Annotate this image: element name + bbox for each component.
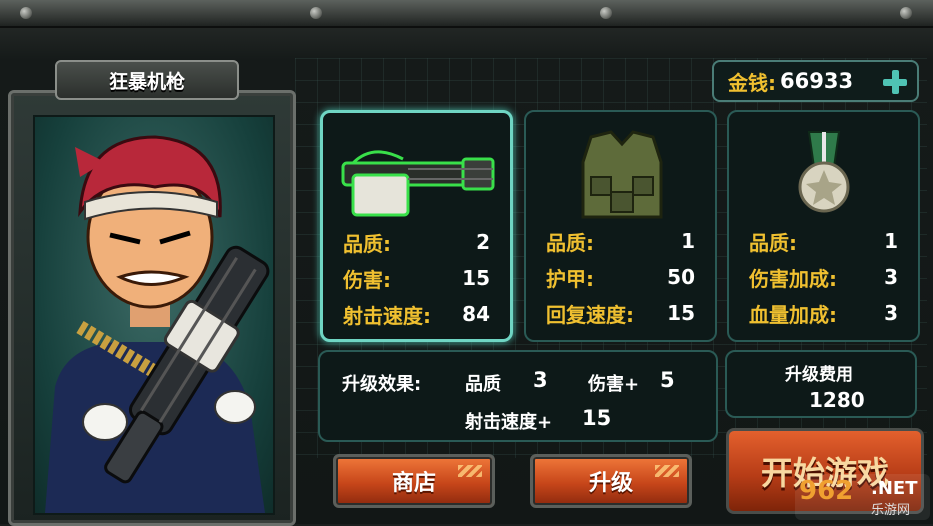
upgrade-quality-label: 品质 xyxy=(465,374,501,395)
stat-value: 15 xyxy=(667,301,695,325)
stat-row: 品质: 1 xyxy=(546,226,695,256)
rivet-icon xyxy=(600,7,612,19)
stat-label: 射击速度: xyxy=(343,303,431,328)
stat-value: 84 xyxy=(462,302,490,326)
upgrade-button-label: 升级 xyxy=(588,471,633,496)
stat-value: 2 xyxy=(476,230,490,254)
shop-button-label: 商店 xyxy=(391,471,436,496)
stat-label: 品质: xyxy=(749,230,797,255)
upgrade-speed-value: 15 xyxy=(582,406,612,430)
stat-label: 护甲: xyxy=(546,266,594,291)
stat-value: 50 xyxy=(667,265,695,289)
upgrade-effect-panel: 升级效果: 品质 3 伤害+ 5 射击速度+ 15 xyxy=(318,350,718,442)
hero-with-minigun-image xyxy=(45,135,270,513)
weapon-name-plate: 狂暴机枪 xyxy=(55,60,239,100)
medal-icon xyxy=(739,122,908,222)
weapon-name: 狂暴机枪 xyxy=(108,70,185,93)
add-money-icon[interactable] xyxy=(881,68,909,96)
rivet-icon xyxy=(900,7,912,19)
upgrade-effect-title: 升级效果: xyxy=(342,374,422,395)
stat-row: 伤害加成: 3 xyxy=(749,262,898,292)
upgrade-cost-label: 升级费用 xyxy=(785,365,853,385)
rivet-icon xyxy=(20,7,32,19)
stat-row: 品质: 1 xyxy=(749,226,898,256)
top-frame-bar xyxy=(0,0,933,28)
money-value: 66933 xyxy=(780,69,854,93)
hero-panel xyxy=(8,90,296,526)
stat-row: 回复速度: 15 xyxy=(546,298,695,328)
watermark-subtitle: 乐游网 xyxy=(871,503,911,518)
stat-value: 1 xyxy=(681,229,695,253)
stat-row: 品质: 2 xyxy=(343,227,490,257)
shop-button[interactable]: 商店 xyxy=(333,454,495,508)
upgrade-quality-value: 3 xyxy=(533,368,548,392)
stat-value: 3 xyxy=(884,265,898,289)
stat-label: 品质: xyxy=(343,231,391,256)
stat-row: 护甲: 50 xyxy=(546,262,695,292)
stat-label: 伤害加成: xyxy=(749,266,837,291)
stat-row: 伤害: 15 xyxy=(343,263,490,293)
upgrade-cost-value: 1280 xyxy=(809,388,865,412)
minigun-icon xyxy=(333,123,500,223)
stat-value: 1 xyxy=(884,229,898,253)
upgrade-damage-label: 伤害+ xyxy=(588,374,640,395)
money-label: 金钱: xyxy=(728,70,776,95)
weapon-card[interactable]: 品质: 2 伤害: 15 射击速度: 84 xyxy=(320,110,513,342)
money-display: 金钱: 66933 xyxy=(712,60,919,102)
watermark-logo: 962 xyxy=(799,476,854,506)
stripes-decoration xyxy=(458,465,482,477)
medal-card[interactable]: 品质: 1 伤害加成: 3 血量加成: 3 xyxy=(727,110,920,342)
rivet-icon xyxy=(310,7,322,19)
hero-portrait xyxy=(33,115,275,515)
stat-row: 血量加成: 3 xyxy=(749,298,898,328)
stat-value: 15 xyxy=(462,266,490,290)
stat-label: 伤害: xyxy=(343,267,391,292)
site-watermark: 962 .NET 乐游网 xyxy=(795,474,930,520)
armor-vest-icon xyxy=(536,122,705,222)
stat-label: 品质: xyxy=(546,230,594,255)
stat-label: 回复速度: xyxy=(546,302,634,327)
upgrade-cost-panel: 升级费用 1280 xyxy=(725,350,917,418)
stat-label: 血量加成: xyxy=(749,302,837,327)
stat-value: 3 xyxy=(884,301,898,325)
armor-card[interactable]: 品质: 1 护甲: 50 回复速度: 15 xyxy=(524,110,717,342)
upgrade-damage-value: 5 xyxy=(660,368,675,392)
upgrade-speed-label: 射击速度+ xyxy=(465,412,553,433)
watermark-net: .NET xyxy=(871,478,918,499)
upgrade-button[interactable]: 升级 xyxy=(530,454,692,508)
stat-row: 射击速度: 84 xyxy=(343,299,490,329)
stripes-decoration xyxy=(655,465,679,477)
